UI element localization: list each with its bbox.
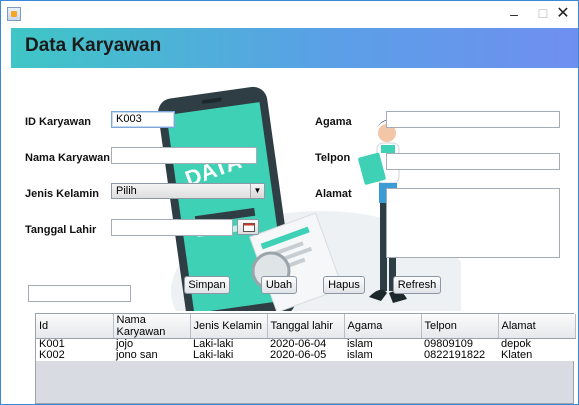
table-cell: 2020-06-04	[267, 338, 344, 350]
tanggal-lahir-label: Tanggal Lahir	[25, 224, 97, 236]
ubah-button[interactable]: Ubah	[261, 276, 297, 294]
tanggal-lahir-field[interactable]	[111, 219, 233, 236]
nama-karyawan-field[interactable]	[111, 147, 257, 164]
telpon-field[interactable]	[386, 153, 560, 170]
column-header-id[interactable]: Id	[36, 314, 114, 339]
java-app-icon	[7, 7, 21, 21]
column-header-nama[interactable]: Nama Karyawan	[113, 314, 191, 339]
jenis-kelamin-selected: Pilih	[116, 185, 137, 197]
alamat-label: Alamat	[315, 188, 352, 200]
page-title: Data Karyawan	[25, 35, 162, 56]
table-cell: 0822191822	[421, 350, 498, 361]
header-banner: Data Karyawan	[11, 28, 578, 68]
id-karyawan-field[interactable]: K003	[111, 111, 175, 128]
table-header-row: Id Nama Karyawan Jenis Kelamin Tanggal l…	[36, 314, 576, 339]
nama-karyawan-label: Nama Karyawan	[25, 152, 110, 164]
chevron-down-icon: ▼	[250, 184, 264, 198]
column-header-telpon[interactable]: Telpon	[421, 314, 499, 339]
alamat-textarea[interactable]	[386, 188, 560, 258]
title-bar: – ☐ ✕	[1, 1, 578, 27]
table-cell: jono san	[113, 350, 190, 361]
calendar-icon	[243, 223, 255, 232]
table-cell: islam	[344, 350, 421, 361]
column-header-agama[interactable]: Agama	[344, 314, 422, 339]
column-header-tanggal-lahir[interactable]: Tanggal lahir	[267, 314, 345, 339]
app-window: – ☐ ✕ Data Karyawan DATA ID Karyawan K00…	[0, 0, 579, 405]
agama-label: Agama	[315, 116, 352, 128]
table-cell: jojo	[113, 338, 190, 350]
table-cell: depok	[498, 338, 575, 350]
hapus-button[interactable]: Hapus	[323, 276, 365, 294]
column-header-alamat[interactable]: Alamat	[498, 314, 576, 339]
table-cell: K002	[36, 350, 113, 361]
table-row[interactable]: K002 jono san Laki-laki 2020-06-05 islam…	[36, 350, 575, 361]
table-cell: Laki-laki	[190, 350, 267, 361]
agama-field[interactable]	[386, 111, 560, 128]
telpon-label: Telpon	[315, 152, 351, 164]
date-picker-button[interactable]	[237, 219, 259, 235]
table-cell: Laki-laki	[190, 338, 267, 350]
table-cell: K001	[36, 338, 113, 350]
table-cell: 2020-06-05	[267, 350, 344, 361]
table-cell: islam	[344, 338, 421, 350]
search-field[interactable]	[28, 285, 131, 302]
column-header-jenis-kelamin[interactable]: Jenis Kelamin	[190, 314, 268, 339]
jenis-kelamin-select[interactable]: Pilih ▼	[111, 183, 265, 199]
table-cell: Klaten	[498, 350, 575, 361]
refresh-button[interactable]: Refresh	[393, 276, 441, 294]
table-row[interactable]: K001 jojo Laki-laki 2020-06-04 islam 098…	[36, 338, 575, 350]
table-cell: 09809109	[421, 338, 498, 350]
karyawan-table[interactable]: Id Nama Karyawan Jenis Kelamin Tanggal l…	[35, 313, 576, 404]
simpan-button[interactable]: Simpan	[184, 276, 230, 294]
id-karyawan-label: ID Karyawan	[25, 116, 92, 128]
close-button[interactable]: ✕	[549, 1, 577, 27]
jenis-kelamin-label: Jenis Kelamin	[25, 188, 99, 200]
